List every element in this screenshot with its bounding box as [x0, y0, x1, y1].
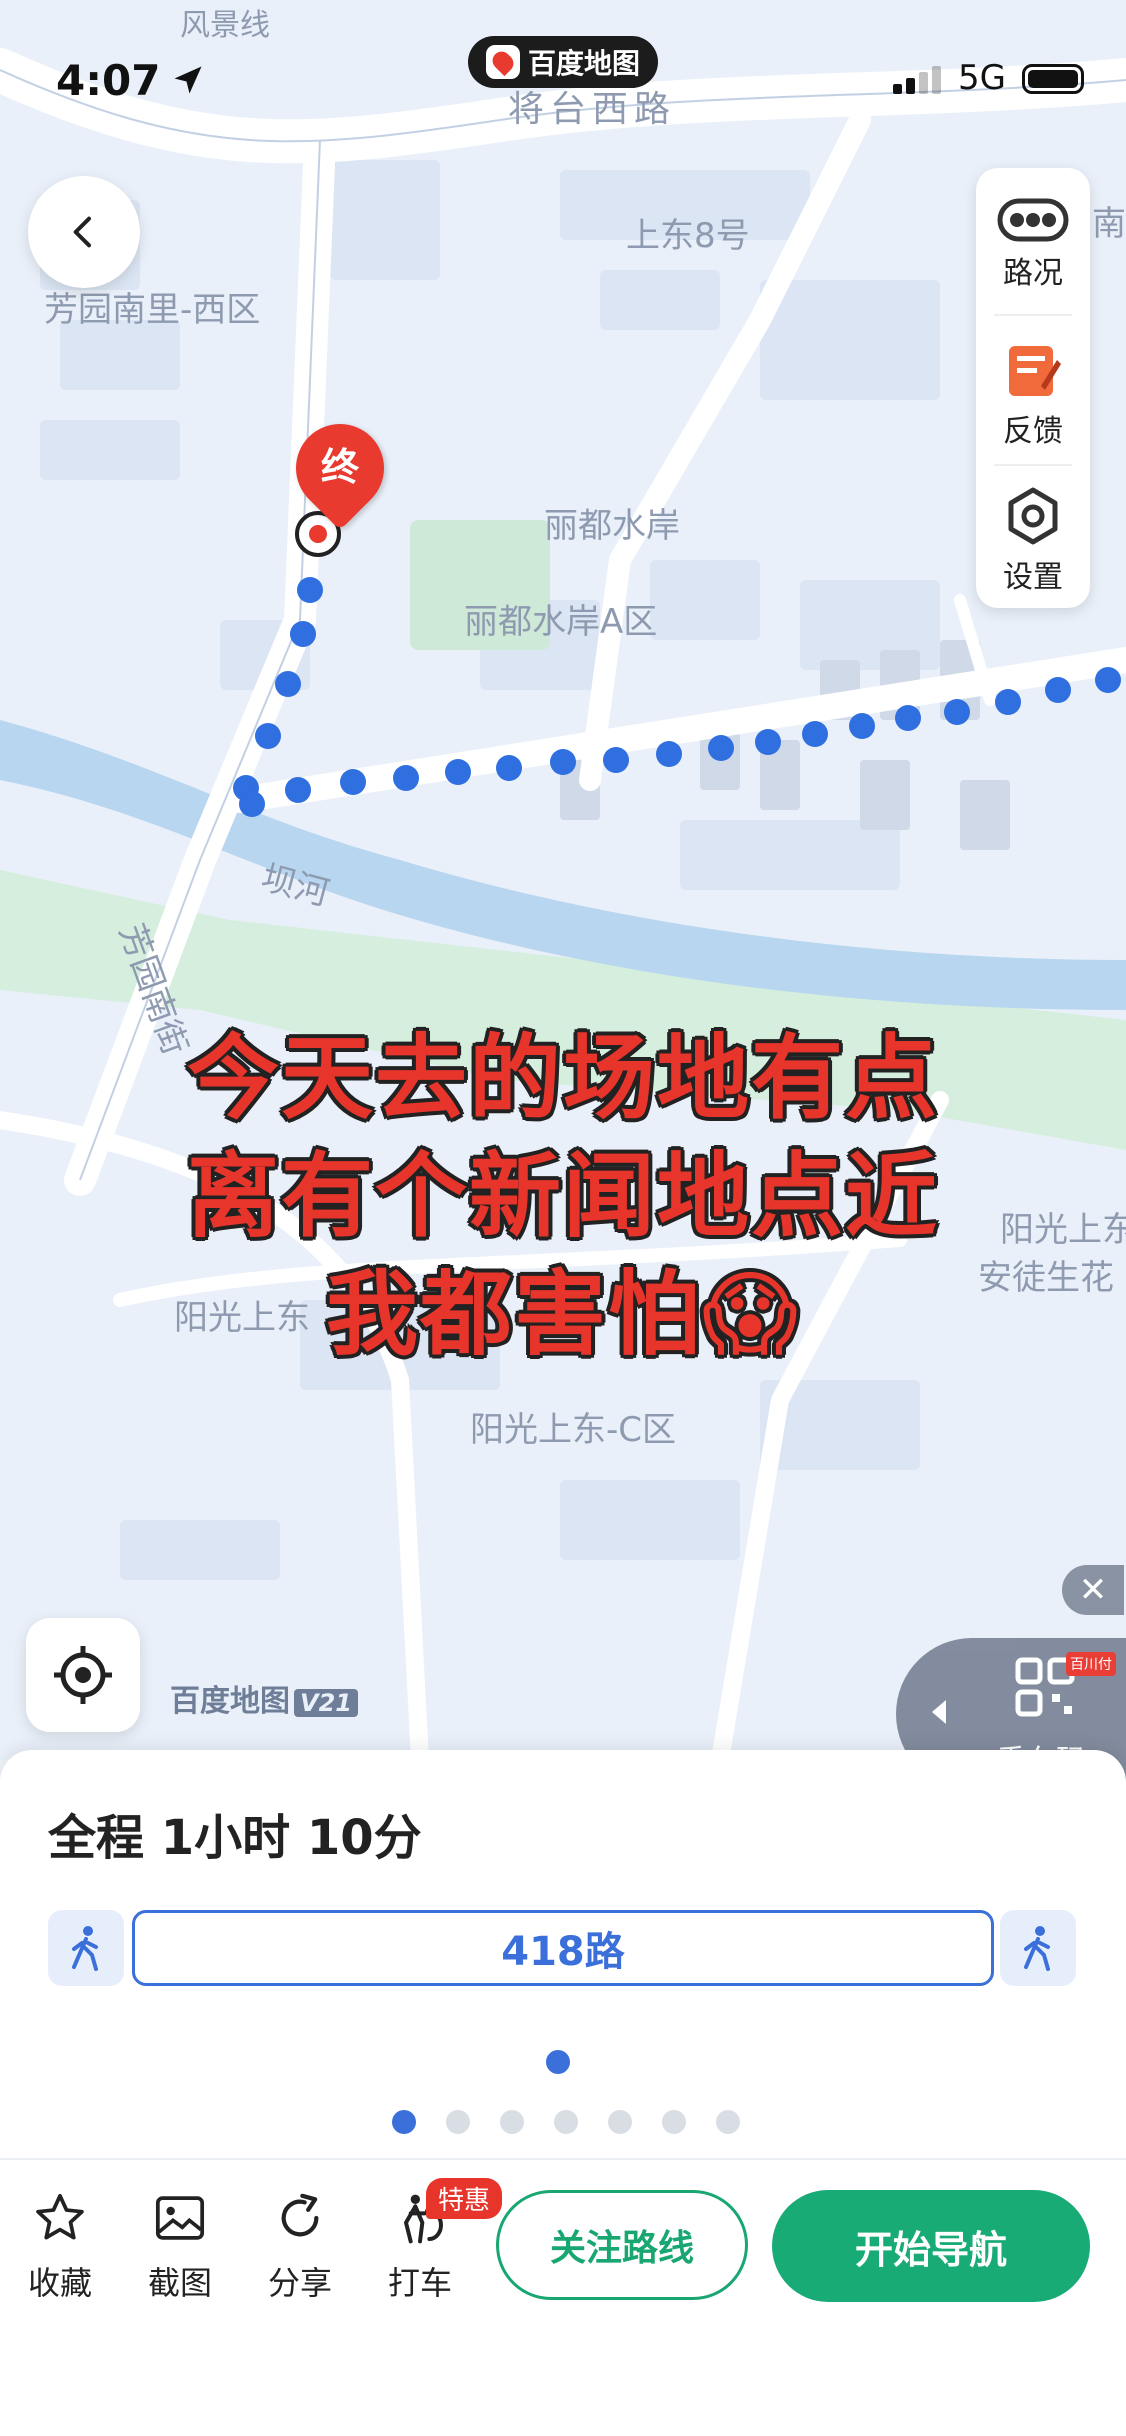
- route-position-dot: [546, 2050, 570, 2074]
- back-button[interactable]: [28, 176, 140, 288]
- caption-line: 我都害怕😱: [326, 1261, 800, 1368]
- star-icon: [36, 2193, 84, 2240]
- feedback-label: 反馈: [1003, 414, 1063, 449]
- page-dot[interactable]: [554, 2110, 578, 2134]
- status-bar: 4:07 百度地图 5G: [0, 0, 1126, 150]
- end-marker-label: 终: [320, 445, 359, 489]
- page-dot[interactable]: [662, 2110, 686, 2134]
- area-label: 阳光上东-C区: [470, 1410, 677, 1450]
- route-sheet: 全程 1小时 10分 418路 收藏 截图 分享 打车 特惠 关注路线 开始导航: [0, 1750, 1126, 2436]
- watermark-version: V21: [294, 1689, 358, 1717]
- feedback-button[interactable]: 反馈: [976, 340, 1090, 480]
- walk-start-segment[interactable]: [48, 1910, 124, 1986]
- map-watermark: 百度地图 V21: [170, 1676, 358, 1720]
- walking-icon: [1024, 1926, 1050, 1971]
- settings-button[interactable]: 设置: [976, 486, 1090, 626]
- taxi-label: 打车: [387, 2264, 452, 2302]
- app-name: 百度地图: [527, 47, 640, 80]
- signal-icon: [893, 66, 945, 94]
- caption-overlay: 今天去的场地有点 离有个新闻地点近 我都害怕😱: [0, 1020, 1126, 1374]
- clock: 4:07: [56, 56, 161, 105]
- building-label: 上东8号: [626, 216, 750, 256]
- chevron-left-icon: [73, 216, 91, 248]
- favorite-label: 收藏: [27, 2264, 92, 2302]
- ride-code-badge: 百川付: [1066, 1652, 1116, 1676]
- walk-end-segment[interactable]: [1000, 1910, 1076, 1986]
- app-indicator[interactable]: 百度地图: [468, 36, 658, 88]
- page-dot[interactable]: [392, 2110, 416, 2134]
- close-ride-code-button[interactable]: ✕: [1062, 1565, 1124, 1615]
- start-navigation-button[interactable]: 开始导航: [772, 2190, 1090, 2302]
- caption-line: 离有个新闻地点近: [186, 1143, 939, 1250]
- page-dot[interactable]: [608, 2110, 632, 2134]
- share-button[interactable]: 分享: [250, 2190, 350, 2304]
- area-label: 南里: [1092, 204, 1126, 244]
- page-dot[interactable]: [446, 2110, 470, 2134]
- feedback-icon: [1009, 346, 1061, 396]
- bus-route-segment[interactable]: 418路: [132, 1910, 994, 1986]
- share-label: 分享: [267, 2264, 332, 2302]
- image-icon: [155, 2196, 205, 2240]
- map-tools-panel: 路况 反馈 设置: [976, 168, 1090, 608]
- expand-left-icon: [932, 1700, 946, 1724]
- close-icon: ✕: [1078, 1570, 1108, 1610]
- map-view[interactable]: 将台西路 风景线 芳园南里-西区 上东8号 南里 丽都水岸 丽都水岸A区 坝河 …: [0, 0, 1126, 1760]
- locate-me-button[interactable]: [26, 1618, 140, 1732]
- share-icon: [281, 2193, 319, 2237]
- complex-label: 丽都水岸: [544, 506, 680, 546]
- total-duration: 全程 1小时 10分: [48, 1810, 422, 1866]
- page-dot[interactable]: [500, 2110, 524, 2134]
- map-canvas: [0, 48, 1126, 1760]
- traffic-icon: [997, 198, 1069, 242]
- settings-label: 设置: [1003, 560, 1063, 595]
- follow-route-button[interactable]: 关注路线: [496, 2190, 748, 2300]
- baidu-maps-logo-icon: [485, 45, 520, 79]
- crosshair-icon: [54, 1646, 112, 1704]
- location-arrow-icon: [174, 66, 202, 94]
- deal-badge: 特惠: [426, 2178, 503, 2219]
- settings-icon: [1008, 487, 1058, 545]
- screenshot-button[interactable]: 截图: [130, 2190, 230, 2304]
- screenshot-label: 截图: [147, 2264, 212, 2302]
- favorite-button[interactable]: 收藏: [10, 2190, 110, 2304]
- walking-icon: [72, 1926, 98, 1971]
- page-indicator[interactable]: [392, 2110, 740, 2134]
- watermark-brand: 百度地图: [170, 1684, 290, 1719]
- area-label: 芳园南里-西区: [44, 290, 261, 330]
- caption-line: 今天去的场地有点: [186, 1025, 939, 1132]
- traffic-button[interactable]: 路况: [976, 198, 1090, 338]
- network-type: 5G: [958, 58, 1006, 98]
- page-dot[interactable]: [716, 2110, 740, 2134]
- traffic-label: 路况: [1003, 256, 1063, 291]
- complex-label: 丽都水岸A区: [464, 602, 658, 642]
- battery-icon: [1022, 64, 1084, 94]
